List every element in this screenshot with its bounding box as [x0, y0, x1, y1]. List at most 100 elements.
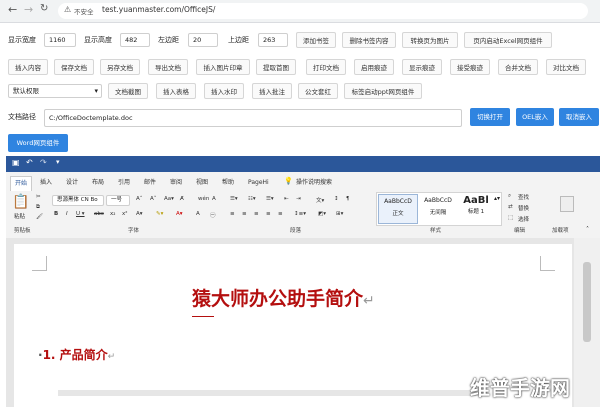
enable-tracking-button[interactable]: 启用痕迹: [354, 59, 394, 75]
strikethrough-icon[interactable]: abc: [94, 211, 104, 217]
font-name-select[interactable]: 思源黑体 CN Bo: [52, 195, 104, 206]
merge-document-button[interactable]: 合并文档: [498, 59, 538, 75]
extract-first-image-button[interactable]: 提取首图: [256, 59, 296, 75]
tab-references[interactable]: 引用: [118, 176, 130, 190]
justify-icon[interactable]: ≡: [266, 211, 271, 217]
distributed-icon[interactable]: ≡: [278, 211, 283, 217]
highlight-icon[interactable]: ✎▾: [156, 211, 163, 217]
insert-table-button[interactable]: 插入表格: [156, 83, 196, 99]
tab-pagehi[interactable]: PageHi: [248, 176, 269, 190]
replace-label[interactable]: 替换: [518, 204, 529, 212]
borders-icon[interactable]: ⊞▾: [336, 211, 343, 217]
italic-icon[interactable]: I: [66, 211, 68, 217]
undo-icon[interactable]: ↶: [26, 158, 33, 167]
increase-indent-icon[interactable]: ⇥: [296, 196, 301, 202]
vertical-scrollbar[interactable]: [574, 238, 600, 407]
tab-insert[interactable]: 插入: [40, 176, 52, 190]
multilevel-list-icon[interactable]: ☰▾: [266, 196, 274, 202]
export-document-button[interactable]: 导出文档: [148, 59, 188, 75]
save-document-button[interactable]: 保存文档: [54, 59, 94, 75]
paragraph-shading-icon[interactable]: ◩▾: [318, 211, 326, 217]
tab-layout[interactable]: 布局: [92, 176, 104, 190]
numbering-icon[interactable]: ☷▾: [248, 196, 256, 202]
phonetic-icon[interactable]: wén: [198, 196, 209, 202]
align-center-icon[interactable]: ≡: [242, 211, 247, 217]
change-case-icon[interactable]: Aa▾: [164, 196, 174, 202]
grow-font-icon[interactable]: A˄: [136, 196, 143, 202]
word-component-button[interactable]: Word网页组件: [8, 134, 68, 152]
insert-comment-button[interactable]: 插入批注: [252, 83, 292, 99]
insert-image-stamp-button[interactable]: 插入图片印章: [196, 59, 250, 75]
ppt-component-button[interactable]: 标签启动ppt网页组件: [344, 83, 422, 99]
red-header-button[interactable]: 公文套红: [298, 83, 338, 99]
find-icon[interactable]: ⌕: [508, 193, 511, 200]
show-marks-icon[interactable]: ¶: [346, 196, 350, 202]
replace-icon[interactable]: ⇄: [508, 204, 513, 210]
style-heading1[interactable]: AaBl 标题 1: [459, 194, 493, 222]
left-margin-input[interactable]: 20: [188, 33, 218, 47]
reload-icon[interactable]: ↻: [40, 3, 48, 14]
shading-icon[interactable]: A: [196, 211, 200, 217]
underline-icon[interactable]: U ▾: [76, 211, 85, 217]
font-color-icon[interactable]: A▾: [176, 211, 183, 217]
customize-icon[interactable]: ▾: [56, 158, 60, 166]
tab-review[interactable]: 审阅: [170, 176, 182, 190]
accept-tracking-button[interactable]: 接受痕迹: [450, 59, 490, 75]
style-normal[interactable]: AaBbCcD 正文: [378, 194, 418, 224]
bold-icon[interactable]: B: [54, 211, 58, 217]
decrease-indent-icon[interactable]: ⇤: [284, 196, 289, 202]
align-right-icon[interactable]: ≡: [254, 211, 259, 217]
format-painter-icon[interactable]: 🖌: [36, 214, 43, 220]
tab-mailings[interactable]: 邮件: [144, 176, 156, 190]
subscript-icon[interactable]: x₂: [110, 211, 115, 217]
scroll-thumb[interactable]: [583, 262, 591, 342]
find-label[interactable]: 查找: [518, 193, 529, 201]
line-spacing-icon[interactable]: ↕≡▾: [294, 211, 306, 217]
redo-icon[interactable]: ↷: [40, 158, 47, 167]
address-bar[interactable]: ⚠ 不安全 test.yuanmaster.com/OfficeJS/: [58, 3, 588, 19]
save-as-button[interactable]: 另存文档: [100, 59, 140, 75]
styles-more-icon[interactable]: ▴▾: [494, 195, 500, 202]
tab-design[interactable]: 设计: [66, 176, 78, 190]
tab-help[interactable]: 帮助: [222, 176, 234, 190]
cancel-embed-button[interactable]: 取消嵌入: [559, 108, 599, 126]
tell-me-search[interactable]: 操作说明搜索: [296, 176, 332, 190]
style-no-spacing[interactable]: AaBbCcD 无间隔: [419, 194, 457, 222]
height-input[interactable]: 482: [120, 33, 150, 47]
permission-select[interactable]: 默认权限 ▾: [8, 84, 102, 98]
add-bookmark-button[interactable]: 添加书签: [296, 32, 336, 48]
collapse-ribbon-icon[interactable]: ˄: [586, 226, 589, 233]
path-input[interactable]: C:/OfficeDoctemplate.doc: [44, 109, 462, 127]
show-tracking-button[interactable]: 显示痕迹: [402, 59, 442, 75]
switch-open-button[interactable]: 切换打开: [470, 108, 510, 126]
back-icon[interactable]: ←: [8, 3, 17, 16]
width-input[interactable]: 1160: [44, 33, 76, 47]
text-effects-icon[interactable]: A▾: [136, 211, 143, 217]
clear-format-icon[interactable]: A̸: [180, 196, 184, 202]
sort-icon[interactable]: ↕: [334, 196, 339, 202]
select-label[interactable]: 选择: [518, 215, 529, 223]
char-border-icon[interactable]: A: [212, 196, 216, 202]
top-margin-input[interactable]: 263: [258, 33, 288, 47]
bullets-icon[interactable]: ☰▾: [230, 196, 238, 202]
font-size-select[interactable]: 一号: [106, 195, 130, 206]
insert-content-button[interactable]: 插入内容: [8, 59, 48, 75]
oel-embed-button[interactable]: OEL嵌入: [516, 108, 554, 126]
enclose-char-icon[interactable]: ㊀: [210, 211, 216, 219]
superscript-icon[interactable]: x²: [122, 211, 127, 217]
excel-component-button[interactable]: 页内启动Excel网页组件: [464, 32, 552, 48]
compare-document-button[interactable]: 对比文档: [546, 59, 586, 75]
document-screenshot-button[interactable]: 文档截图: [108, 83, 148, 99]
delete-bookmark-content-button[interactable]: 删除书签内容: [342, 32, 396, 48]
print-document-button[interactable]: 打印文档: [306, 59, 346, 75]
cut-icon[interactable]: ✂: [36, 194, 41, 200]
select-icon[interactable]: ⬚: [508, 215, 513, 221]
save-icon[interactable]: ▣: [12, 158, 20, 167]
insert-watermark-button[interactable]: 插入水印: [204, 83, 244, 99]
forward-icon[interactable]: →: [24, 3, 33, 16]
align-left-icon[interactable]: ≡: [230, 211, 235, 217]
shrink-font-icon[interactable]: A˅: [150, 196, 157, 202]
tab-home[interactable]: 开始: [10, 176, 32, 191]
copy-icon[interactable]: ⧉: [36, 204, 40, 211]
page-to-image-button[interactable]: 转换页为图片: [402, 32, 458, 48]
